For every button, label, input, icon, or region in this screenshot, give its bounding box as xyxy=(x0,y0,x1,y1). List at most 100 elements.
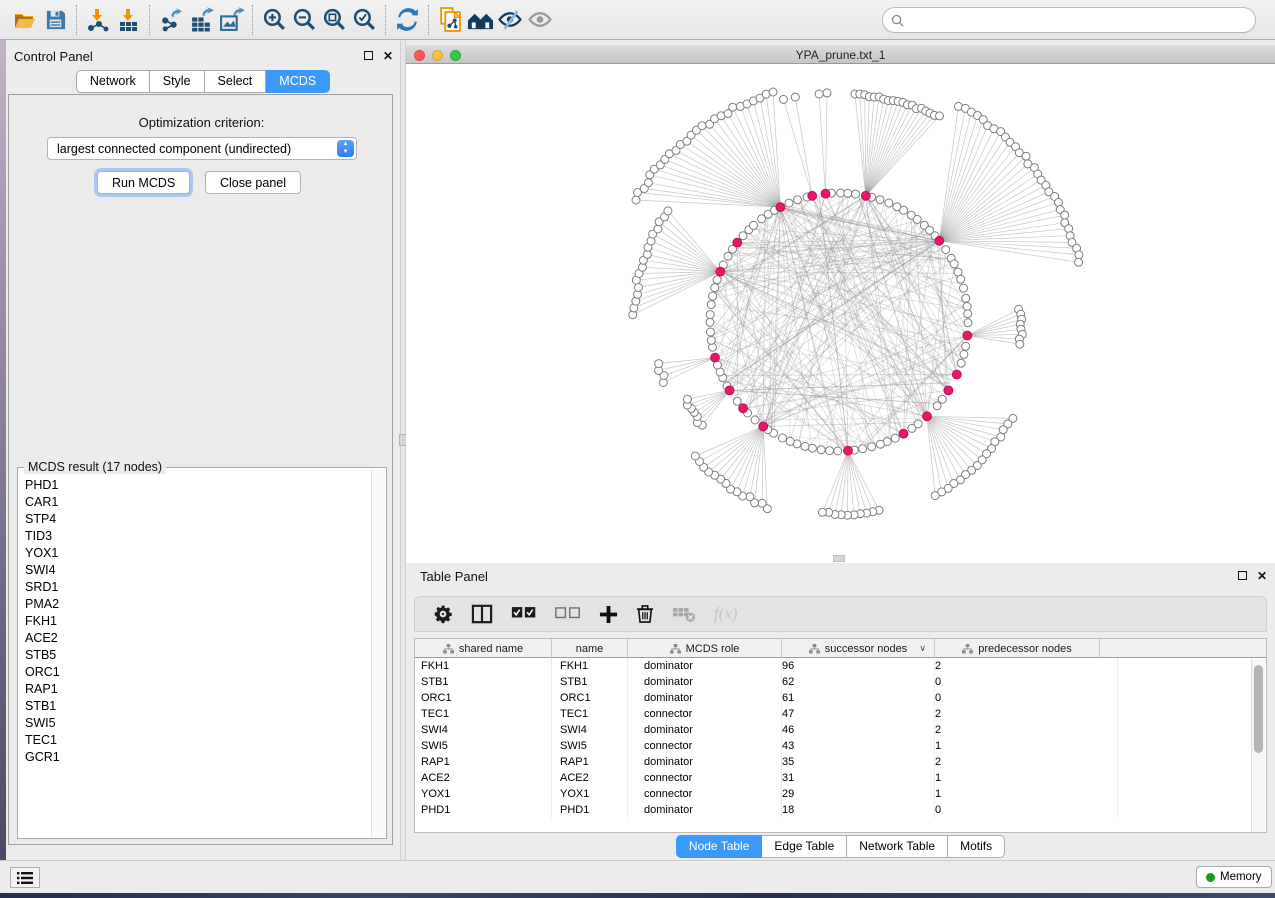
memory-button[interactable]: Memory xyxy=(1196,866,1272,888)
mcds-result-item[interactable]: TID3 xyxy=(19,527,371,544)
tab-mcds[interactable]: MCDS xyxy=(266,70,330,93)
cell-mcds-role[interactable]: connector xyxy=(628,786,782,802)
cell-successor-nodes[interactable]: 61 xyxy=(782,690,935,706)
cell-mcds-role[interactable]: dominator xyxy=(628,658,782,674)
zoom-selected-icon[interactable] xyxy=(349,6,379,34)
save-session-icon[interactable] xyxy=(40,6,70,34)
table-row[interactable]: TEC1TEC1connector472 xyxy=(415,706,1266,722)
network-window-titlebar[interactable]: YPA_prune.txt_1 xyxy=(406,45,1275,64)
cell-shared-name[interactable]: STB1 xyxy=(415,674,552,690)
cell-predecessor-nodes[interactable]: 0 xyxy=(935,690,1118,706)
clone-network-icon[interactable] xyxy=(435,6,465,34)
import-table-icon[interactable] xyxy=(113,6,143,34)
zoom-fit-icon[interactable] xyxy=(319,6,349,34)
cell-successor-nodes[interactable]: 18 xyxy=(782,802,935,818)
cell-mcds-role[interactable]: dominator xyxy=(628,690,782,706)
add-column-icon[interactable] xyxy=(599,602,618,626)
delete-column-icon[interactable] xyxy=(636,602,654,626)
cell-mcds-role[interactable]: dominator xyxy=(628,722,782,738)
cell-name[interactable]: SWI4 xyxy=(552,722,628,738)
table-row[interactable]: ACE2ACE2connector311 xyxy=(415,770,1266,786)
mcds-result-item[interactable]: GCR1 xyxy=(19,748,371,765)
table-row[interactable]: PHD1PHD1dominator180 xyxy=(415,802,1266,818)
mcds-result-item[interactable]: RAP1 xyxy=(19,680,371,697)
open-file-icon[interactable] xyxy=(10,6,40,34)
optimization-criterion-select[interactable]: largest connected component (undirected)… xyxy=(47,137,357,160)
mcds-result-list[interactable]: PHD1CAR1STP4TID3YOX1SWI4SRD1PMA2FKH1ACE2… xyxy=(19,476,371,836)
network-canvas[interactable] xyxy=(406,64,1275,564)
cell-shared-name[interactable]: ACE2 xyxy=(415,770,552,786)
mcds-result-item[interactable]: SRD1 xyxy=(19,578,371,595)
column-header-mcds-role[interactable]: MCDS role xyxy=(628,639,782,658)
cell-name[interactable]: FKH1 xyxy=(552,658,628,674)
tab-node-table[interactable]: Node Table xyxy=(676,835,763,858)
zoom-in-icon[interactable] xyxy=(259,6,289,34)
table-scrollbar-thumb[interactable] xyxy=(1254,665,1263,753)
cell-predecessor-nodes[interactable]: 1 xyxy=(935,738,1118,754)
task-history-button[interactable] xyxy=(10,867,40,888)
tab-motifs[interactable]: Motifs xyxy=(948,835,1005,858)
cell-predecessor-nodes[interactable]: 1 xyxy=(935,770,1118,786)
table-row[interactable]: ORC1ORC1dominator610 xyxy=(415,690,1266,706)
cell-shared-name[interactable]: SWI4 xyxy=(415,722,552,738)
mcds-result-item[interactable]: SWI4 xyxy=(19,561,371,578)
mcds-result-item[interactable]: STP4 xyxy=(19,510,371,527)
cell-successor-nodes[interactable]: 47 xyxy=(782,706,935,722)
cell-successor-nodes[interactable]: 96 xyxy=(782,658,935,674)
cell-successor-nodes[interactable]: 43 xyxy=(782,738,935,754)
cell-mcds-role[interactable]: connector xyxy=(628,770,782,786)
cell-mcds-role[interactable]: connector xyxy=(628,738,782,754)
cell-successor-nodes[interactable]: 62 xyxy=(782,674,935,690)
cell-name[interactable]: YOX1 xyxy=(552,786,628,802)
table-settings-icon[interactable] xyxy=(433,602,453,626)
zoom-out-icon[interactable] xyxy=(289,6,319,34)
cell-name[interactable]: SWI5 xyxy=(552,738,628,754)
mcds-result-item[interactable]: STB5 xyxy=(19,646,371,663)
cell-predecessor-nodes[interactable]: 0 xyxy=(935,802,1118,818)
show-columns-icon[interactable] xyxy=(471,602,493,626)
cell-shared-name[interactable]: YOX1 xyxy=(415,786,552,802)
cell-name[interactable]: ACE2 xyxy=(552,770,628,786)
close-panel-icon[interactable]: ✕ xyxy=(382,50,394,62)
mcds-result-item[interactable]: YOX1 xyxy=(19,544,371,561)
cell-shared-name[interactable]: ORC1 xyxy=(415,690,552,706)
cell-predecessor-nodes[interactable]: 2 xyxy=(935,722,1118,738)
cell-predecessor-nodes[interactable]: 2 xyxy=(935,658,1118,674)
cell-name[interactable]: STB1 xyxy=(552,674,628,690)
column-header-shared-name[interactable]: shared name xyxy=(415,639,552,658)
search-field[interactable] xyxy=(882,7,1256,33)
export-table-icon[interactable] xyxy=(186,6,216,34)
float-table-panel-icon[interactable] xyxy=(1236,570,1248,582)
cell-shared-name[interactable]: RAP1 xyxy=(415,754,552,770)
cell-predecessor-nodes[interactable]: 2 xyxy=(935,754,1118,770)
mcds-result-item[interactable]: PMA2 xyxy=(19,595,371,612)
column-header-successor-nodes[interactable]: successor nodes ∨ xyxy=(782,639,935,658)
cell-shared-name[interactable]: FKH1 xyxy=(415,658,552,674)
cell-mcds-role[interactable]: connector xyxy=(628,706,782,722)
cell-name[interactable]: ORC1 xyxy=(552,690,628,706)
export-network-icon[interactable] xyxy=(156,6,186,34)
import-network-icon[interactable] xyxy=(83,6,113,34)
mcds-result-item[interactable]: PHD1 xyxy=(19,476,371,493)
float-panel-icon[interactable] xyxy=(362,50,374,62)
table-scrollbar[interactable] xyxy=(1251,659,1265,832)
cell-mcds-role[interactable]: dominator xyxy=(628,674,782,690)
column-header-name[interactable]: name xyxy=(552,639,628,658)
cell-successor-nodes[interactable]: 29 xyxy=(782,786,935,802)
mcds-result-item[interactable]: ORC1 xyxy=(19,663,371,680)
hide-graphics-icon[interactable] xyxy=(495,6,525,34)
search-input[interactable] xyxy=(904,13,1255,27)
tab-network[interactable]: Network xyxy=(76,70,150,93)
cell-shared-name[interactable]: PHD1 xyxy=(415,802,552,818)
cell-successor-nodes[interactable]: 35 xyxy=(782,754,935,770)
mcds-result-item[interactable]: FKH1 xyxy=(19,612,371,629)
cell-predecessor-nodes[interactable]: 2 xyxy=(935,706,1118,722)
export-image-icon[interactable] xyxy=(216,6,246,34)
tab-edge-table[interactable]: Edge Table xyxy=(762,835,847,858)
table-row[interactable]: FKH1FKH1dominator962 xyxy=(415,658,1266,674)
cell-mcds-role[interactable]: dominator xyxy=(628,754,782,770)
cell-predecessor-nodes[interactable]: 1 xyxy=(935,786,1118,802)
mcds-result-item[interactable]: CAR1 xyxy=(19,493,371,510)
table-row[interactable]: SWI4SWI4dominator462 xyxy=(415,722,1266,738)
run-mcds-button[interactable]: Run MCDS xyxy=(97,171,190,194)
